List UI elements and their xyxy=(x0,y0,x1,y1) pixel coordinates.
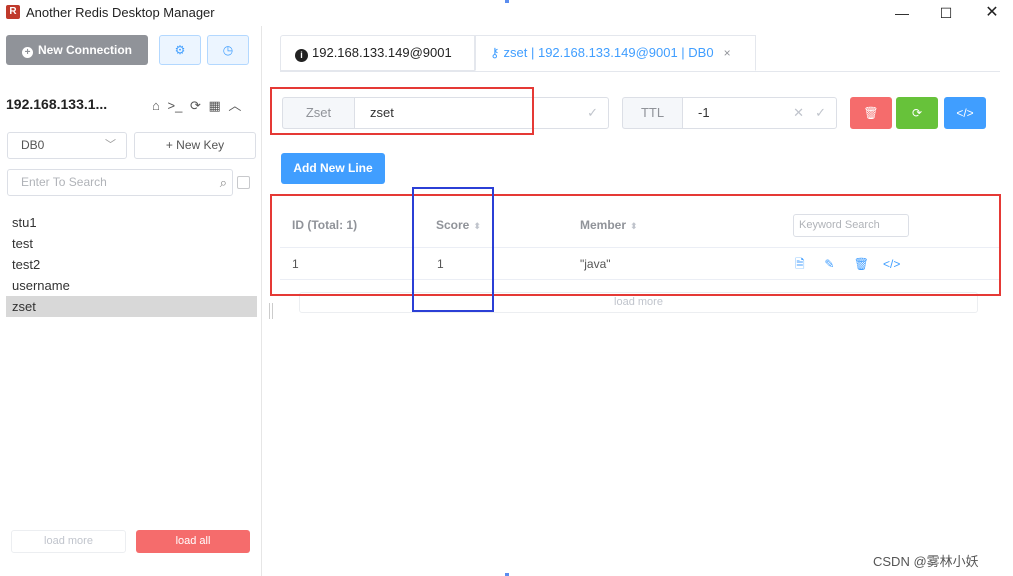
cell-id: 1 xyxy=(292,257,299,271)
code-icon[interactable]: </> xyxy=(883,248,909,280)
plus-circle-icon: + xyxy=(21,47,33,58)
connection-name[interactable]: 192.168.133.1... xyxy=(6,96,107,112)
new-connection-button[interactable]: + New Connection xyxy=(6,35,148,65)
sort-icon[interactable]: ⬍ xyxy=(473,221,481,231)
key-search-placeholder: Enter To Search xyxy=(21,175,107,189)
code-icon: </> xyxy=(956,106,974,120)
add-new-line-button[interactable]: Add New Line xyxy=(281,153,385,184)
key-name-input[interactable]: zset ✓ xyxy=(354,97,609,129)
new-connection-label: New Connection xyxy=(37,43,132,57)
watermark: CSDN @雾林小妖 xyxy=(873,554,979,569)
window-title: Another Redis Desktop Manager xyxy=(26,5,215,20)
maximize-button[interactable]: ☐ xyxy=(926,2,966,24)
row-actions: 🗎 ✎ 🗑 </> xyxy=(795,248,909,280)
dump-command-button[interactable]: </> xyxy=(944,97,986,129)
key-item[interactable]: test xyxy=(6,233,257,254)
table-row: 1 1 "java" 🗎 ✎ 🗑 </> xyxy=(280,248,1000,280)
tab-connection-label: 192.168.133.149@9001 xyxy=(312,45,452,60)
ttl-label: TTL xyxy=(622,97,682,129)
settings-button[interactable]: ⚙ xyxy=(159,35,201,65)
key-item[interactable]: stu1 xyxy=(6,212,257,233)
db-select-value: DB0 xyxy=(21,138,45,152)
tab-connection-status[interactable]: i 192.168.133.149@9001 xyxy=(280,35,475,71)
title-bar: R Another Redis Desktop Manager — ☐ ✕ xyxy=(0,0,1013,26)
clear-icon[interactable]: ✕ xyxy=(793,98,804,128)
app-logo-icon: R xyxy=(6,5,20,19)
key-item-selected[interactable]: zset xyxy=(6,296,257,317)
sort-icon[interactable]: ⬍ xyxy=(630,221,638,231)
tab-key-label: zset | 192.168.133.149@9001 | DB0 xyxy=(503,45,714,60)
refresh-key-button[interactable]: ⟳ xyxy=(896,97,938,129)
column-header-id: ID (Total: 1) xyxy=(292,218,358,232)
key-list: stu1 test test2 username zset xyxy=(6,212,257,317)
chevron-down-icon: ﹀ xyxy=(105,139,116,151)
table-header: ID (Total: 1) Score ⬍ Member ⬍ Keyword Sea… xyxy=(280,203,1000,248)
main-panel: i 192.168.133.149@9001 ⚷ zset | 192.168.13… xyxy=(263,26,1013,576)
view-icon[interactable]: 🗎 xyxy=(795,248,821,280)
cell-member: "java" xyxy=(580,257,611,271)
key-item[interactable]: test2 xyxy=(6,254,257,275)
delete-key-button[interactable]: 🗑 xyxy=(850,97,892,129)
db-select[interactable]: DB0 ﹀ xyxy=(7,132,127,159)
chevron-up-icon[interactable]: ︿ xyxy=(228,95,241,114)
check-icon[interactable]: ✓ xyxy=(587,98,598,128)
close-tab-icon[interactable]: × xyxy=(724,46,731,60)
check-icon[interactable]: ✓ xyxy=(815,98,826,128)
key-search-input[interactable]: Enter To Search ⌕ xyxy=(7,169,233,196)
load-all-keys-button[interactable]: load all xyxy=(136,530,250,553)
load-more-rows-button[interactable]: load more xyxy=(299,292,978,313)
home-icon[interactable]: ⌂ xyxy=(152,98,160,113)
ttl-input[interactable]: -1 ✕ ✓ xyxy=(682,97,837,129)
refresh-icon: ⟳ xyxy=(911,106,923,120)
close-window-button[interactable]: ✕ xyxy=(972,2,1012,24)
key-item[interactable]: username xyxy=(6,275,257,296)
gear-icon: ⚙ xyxy=(174,43,186,57)
key-icon: ⚷ xyxy=(490,45,500,60)
exact-search-checkbox[interactable] xyxy=(237,176,250,189)
sidebar: + New Connection ⚙ ◷ 192.168.133.1... ⌂ >… xyxy=(0,26,262,576)
key-name-value: zset xyxy=(370,105,394,120)
ttl-value: -1 xyxy=(698,105,710,120)
minimize-button[interactable]: — xyxy=(882,2,922,24)
column-header-member[interactable]: Member ⬍ xyxy=(580,203,638,249)
grid-icon[interactable]: ▦ xyxy=(208,98,220,114)
trash-icon[interactable]: 🗑 xyxy=(854,248,880,280)
tab-key-detail[interactable]: ⚷ zset | 192.168.133.149@9001 | DB0 × xyxy=(475,35,756,71)
key-type-label: Zset xyxy=(282,97,354,129)
edit-icon[interactable]: ✎ xyxy=(824,248,850,280)
clock-icon: ◷ xyxy=(222,43,234,57)
connection-toolbar: ⌂ >_ ⟳ ▦ ︿ xyxy=(152,95,245,114)
command-log-button[interactable]: ◷ xyxy=(207,35,249,65)
sidebar-resize-handle[interactable] xyxy=(269,303,273,319)
refresh-icon[interactable]: ⟳ xyxy=(190,98,201,114)
column-header-score[interactable]: Score ⬍ xyxy=(436,203,481,249)
top-resize-marker xyxy=(505,0,509,3)
keyword-search-input[interactable]: Keyword Search xyxy=(793,214,909,237)
zset-table: ID (Total: 1) Score ⬍ Member ⬍ Keyword Sea… xyxy=(280,203,1000,280)
terminal-icon[interactable]: >_ xyxy=(167,98,182,113)
trash-icon: 🗑 xyxy=(863,106,879,120)
load-more-keys-button[interactable]: load more xyxy=(11,530,126,553)
new-key-button[interactable]: + New Key xyxy=(134,132,256,159)
cell-score: 1 xyxy=(437,257,444,271)
tab-divider xyxy=(280,71,1000,72)
info-icon: i xyxy=(295,49,308,62)
search-icon[interactable]: ⌕ xyxy=(220,170,227,195)
